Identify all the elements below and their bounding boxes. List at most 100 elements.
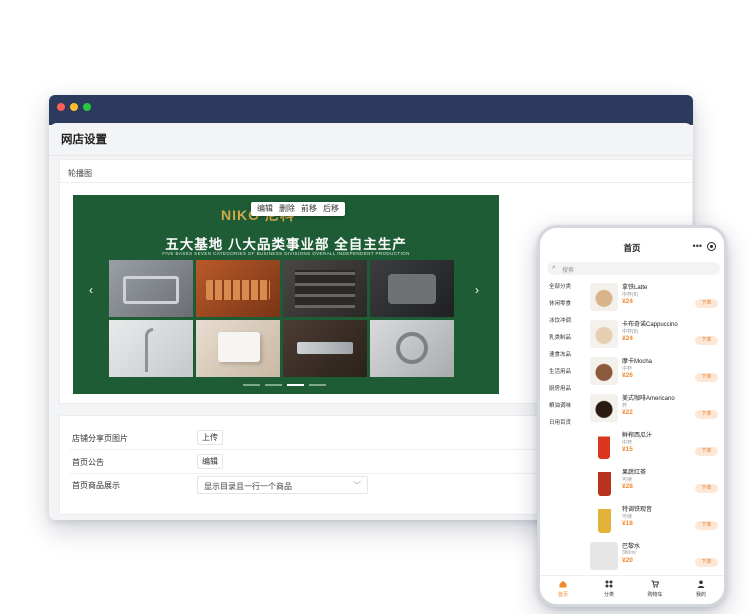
- product-image: [590, 394, 618, 422]
- phone-search-bar[interactable]: ⌕ 搜索: [547, 262, 720, 275]
- carousel-next-arrow-icon[interactable]: ›: [475, 283, 479, 297]
- close-window-button[interactable]: [57, 103, 65, 111]
- product-spec: 中杯(8): [622, 329, 639, 335]
- move-forward-button[interactable]: 前移: [298, 202, 320, 216]
- tab-label: 购物车: [647, 592, 663, 598]
- delete-button[interactable]: 删除: [276, 202, 298, 216]
- product-item[interactable]: 摩卡Mocha 中杯 ¥26 下单: [590, 354, 722, 390]
- carousel-indicator-active[interactable]: [287, 384, 304, 386]
- product-image: [598, 505, 611, 533]
- carousel-indicator[interactable]: [265, 384, 282, 386]
- tab-home[interactable]: 首页: [540, 580, 586, 598]
- title-divider: [49, 155, 693, 156]
- maximize-window-button[interactable]: [83, 103, 91, 111]
- category-item[interactable]: 日用百货: [549, 418, 571, 426]
- select-value: 显示目录且一行一个商品: [204, 482, 292, 491]
- setting-label: 店铺分享页图片: [72, 434, 128, 443]
- product-price: ¥22: [622, 409, 633, 416]
- carousel-prev-arrow-icon[interactable]: ‹: [89, 283, 93, 297]
- carousel-indicator[interactable]: [243, 384, 260, 386]
- category-item[interactable]: 厨房用品: [549, 384, 571, 392]
- product-spec: 杯: [622, 403, 628, 409]
- setting-label: 首页商品展示: [72, 481, 120, 490]
- order-button[interactable]: 下单: [695, 410, 718, 419]
- product-spec: 中杯(8): [622, 292, 639, 298]
- category-item[interactable]: 冰饮冲调: [549, 316, 571, 324]
- product-item[interactable]: 巴黎水 380ml ¥20 下单: [590, 539, 722, 575]
- banner-subline: FIVE BASES SEVEN CATEGORIES OF BUSINESS …: [162, 251, 410, 256]
- product-name: 果蔬红茶: [622, 470, 647, 476]
- tab-label: 首页: [557, 592, 568, 598]
- upload-button[interactable]: 上传: [197, 430, 223, 445]
- carousel-indicator[interactable]: [309, 384, 326, 386]
- tab-category[interactable]: 分类: [586, 580, 632, 598]
- product-name: 鲜榨西瓜汁: [622, 433, 653, 439]
- product-image: [590, 283, 618, 311]
- product-spec: 中杯: [622, 366, 633, 372]
- tab-profile[interactable]: 我的: [678, 580, 724, 598]
- product-item[interactable]: 美式咖啡Americano 杯 ¥22 下单: [590, 391, 722, 427]
- product-name: 卡布奇诺Cappuccino: [622, 322, 678, 328]
- order-button[interactable]: 下单: [695, 299, 718, 308]
- product-item[interactable]: 鲜榨西瓜汁 中杯 ¥15 下单: [590, 428, 722, 464]
- category-item[interactable]: 休闲零食: [549, 299, 571, 307]
- minimize-window-button[interactable]: [70, 103, 78, 111]
- product-display-select[interactable]: 显示目录且一行一个商品 ﹀: [197, 476, 368, 494]
- category-item[interactable]: 速食冻品: [549, 350, 571, 358]
- product-item[interactable]: 果蔬红茶 可续 ¥28 下单: [590, 465, 722, 501]
- target-icon[interactable]: [707, 242, 716, 251]
- tab-cart[interactable]: 购物车: [632, 580, 678, 598]
- phone-tab-bar: 首页 分类 购物车 我的: [540, 575, 724, 604]
- order-button[interactable]: 下单: [695, 447, 718, 456]
- setting-label: 首页公告: [72, 458, 104, 467]
- order-button[interactable]: 下单: [695, 373, 718, 382]
- product-price: ¥18: [622, 520, 633, 527]
- product-item[interactable]: 特调铁观音 可续 ¥18 下单: [590, 502, 722, 538]
- edit-button[interactable]: 编辑: [254, 202, 276, 216]
- product-name: 拿铁Latte: [622, 285, 648, 291]
- product-price: ¥15: [622, 446, 633, 453]
- banner-edit-toolbar: 编辑 删除 前移 后移: [251, 202, 345, 216]
- carousel-divider: [60, 182, 692, 183]
- product-image: [598, 431, 610, 459]
- order-button[interactable]: 下单: [695, 558, 718, 567]
- category-item[interactable]: 粮油调味: [549, 401, 571, 409]
- banner-tile-faucet: [109, 320, 193, 377]
- search-icon: ⌕: [552, 264, 556, 271]
- banner-tile-wood-organizer: [196, 260, 280, 317]
- banner-tile-cabinet-lift: [196, 320, 280, 377]
- product-name: 美式咖啡Americano: [622, 396, 675, 402]
- page-title: 网店设置: [61, 134, 107, 146]
- move-backward-button[interactable]: 后移: [320, 202, 342, 216]
- product-spec: 可续: [622, 514, 633, 520]
- banner-product-grid: [109, 260, 454, 380]
- category-item[interactable]: 全部分类: [549, 282, 571, 290]
- category-item[interactable]: 生活用品: [549, 367, 571, 375]
- order-button[interactable]: 下单: [695, 336, 718, 345]
- banner-tile-drawer-basket: [109, 260, 193, 317]
- banner-tile-hinge: [370, 320, 454, 377]
- banner-tile-shelf-rack: [283, 260, 367, 317]
- order-button[interactable]: 下单: [695, 521, 718, 530]
- product-price: ¥24: [622, 335, 633, 342]
- carousel-banner[interactable]: NIKO 尼科 五大基地 八大品类事业部 全自主生产 FIVE BASES SE…: [73, 195, 499, 394]
- phone-header: 首页 •••: [540, 238, 724, 258]
- product-name: 特调铁观音: [622, 507, 653, 513]
- category-grid-icon: [605, 580, 613, 588]
- product-name: 摩卡Mocha: [622, 359, 653, 365]
- tab-label: 分类: [603, 592, 614, 598]
- order-button[interactable]: 下单: [695, 484, 718, 493]
- product-price: ¥24: [622, 298, 633, 305]
- window-titlebar: [49, 95, 693, 125]
- more-icon[interactable]: •••: [693, 241, 702, 251]
- edit-announcement-button[interactable]: 编辑: [197, 454, 223, 469]
- product-price: ¥26: [622, 372, 633, 379]
- category-item[interactable]: 乳类制品: [549, 333, 571, 341]
- product-item[interactable]: 拿铁Latte 中杯(8) ¥24 下单: [590, 280, 722, 316]
- product-item[interactable]: 卡布奇诺Cappuccino 中杯(8) ¥24 下单: [590, 317, 722, 353]
- product-price: ¥20: [622, 557, 633, 564]
- product-image: [590, 357, 618, 385]
- tab-label: 我的: [695, 592, 706, 598]
- search-input[interactable]: 搜索: [562, 265, 574, 274]
- product-image: [590, 320, 618, 348]
